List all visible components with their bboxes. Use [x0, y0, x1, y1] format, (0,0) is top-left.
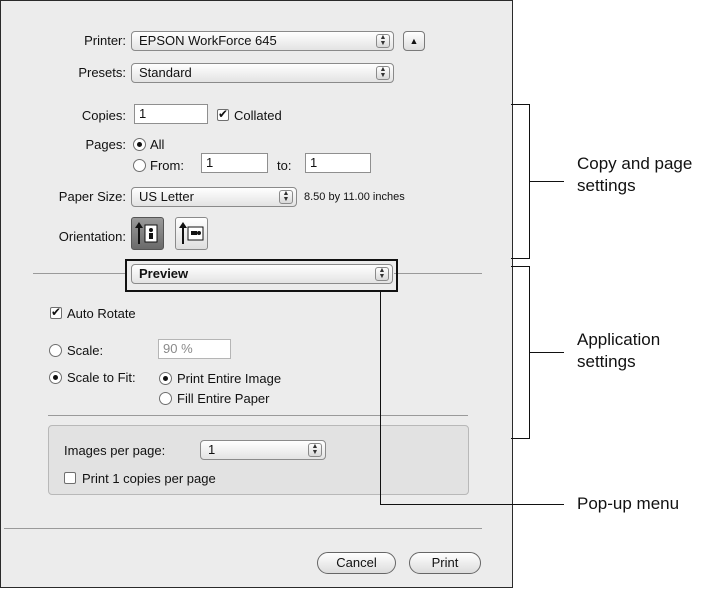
collated-label: Collated	[234, 108, 282, 123]
cancel-button[interactable]: Cancel	[317, 552, 396, 574]
scale-field[interactable]: 90 %	[158, 339, 231, 359]
portrait-icon	[135, 222, 158, 244]
callout-copy-page: Copy and page settings	[577, 154, 693, 195]
popup-arrows-icon: ▲ ▼	[376, 34, 390, 48]
presets-label: Presets:	[78, 65, 126, 80]
pages-label: Pages:	[85, 137, 126, 152]
scale-to-fit-label: Scale to Fit:	[67, 370, 136, 385]
pages-from-radio[interactable]	[133, 159, 146, 172]
pages-all-label: All	[150, 137, 165, 152]
landscape-icon	[179, 222, 204, 244]
pages-to-field[interactable]: 1	[305, 153, 371, 173]
print-button[interactable]: Print	[409, 552, 481, 574]
bracket-leader	[529, 181, 564, 182]
bracket-top	[511, 104, 530, 105]
paper-size-value: US Letter	[139, 189, 194, 204]
copies-field[interactable]: 1	[134, 104, 208, 124]
popup-arrows-icon: ▲ ▼	[279, 190, 293, 204]
disclosure-button[interactable]: ▲	[403, 31, 425, 51]
bracket-bottom	[511, 258, 530, 259]
printer-value: EPSON WorkForce 645	[139, 33, 277, 48]
pages-from-label: From:	[150, 158, 184, 173]
separator-right	[394, 273, 482, 274]
section-divider	[48, 415, 468, 416]
scale-label: Scale:	[67, 343, 104, 358]
popup-arrows-icon: ▲ ▼	[376, 66, 390, 80]
presets-popup[interactable]: Standard ▲ ▼	[131, 63, 394, 83]
copies-label: Copies:	[81, 108, 126, 123]
scale-radio[interactable]	[49, 344, 62, 357]
fill-entire-paper-radio[interactable]	[159, 392, 172, 405]
collated-checkbox[interactable]: ✔	[217, 108, 229, 121]
bracket-bottom	[511, 438, 530, 439]
printer-label: Printer:	[84, 33, 126, 48]
images-per-page-label: Images per page:	[64, 443, 166, 458]
popup-highlight-box	[125, 259, 398, 292]
pages-from-field[interactable]: 1	[201, 153, 268, 173]
images-per-page-popup[interactable]: 1 ▲ ▼	[200, 440, 326, 460]
popup-leader-horizontal	[380, 504, 564, 505]
bracket-leader	[529, 352, 564, 353]
separator-left	[33, 273, 127, 274]
pages-to-label: to:	[277, 158, 292, 173]
portrait-orientation-button[interactable]	[131, 217, 164, 250]
paper-dimensions: 8.50 by 11.00 inches	[304, 191, 405, 203]
print-dialog	[0, 0, 513, 588]
print-entire-image-radio[interactable]	[159, 372, 172, 385]
fill-entire-paper-label: Fill Entire Paper	[177, 391, 270, 406]
bracket-top	[511, 266, 530, 267]
paper-size-label: Paper Size:	[58, 189, 126, 204]
bottom-divider	[4, 528, 482, 529]
orientation-label: Orientation:	[58, 229, 126, 244]
auto-rotate-checkbox[interactable]: ✔	[50, 306, 62, 319]
pages-all-radio[interactable]	[133, 138, 146, 151]
callout-popup: Pop-up menu	[577, 494, 680, 513]
print-entire-image-label: Print Entire Image	[177, 371, 282, 386]
print-copies-label: Print 1 copies per page	[82, 471, 216, 486]
landscape-orientation-button[interactable]	[175, 217, 208, 250]
popup-arrows-icon: ▲ ▼	[308, 443, 322, 457]
presets-value: Standard	[139, 65, 192, 80]
popup-leader-vertical	[380, 292, 381, 505]
paper-size-popup[interactable]: US Letter ▲ ▼	[131, 187, 297, 207]
callout-application: Application settings	[577, 330, 661, 371]
images-per-page-value: 1	[208, 442, 216, 457]
scale-to-fit-radio[interactable]	[49, 371, 62, 384]
auto-rotate-label: Auto Rotate	[67, 306, 136, 321]
print-copies-checkbox[interactable]	[64, 472, 76, 484]
printer-popup[interactable]: EPSON WorkForce 645 ▲ ▼	[131, 31, 394, 51]
